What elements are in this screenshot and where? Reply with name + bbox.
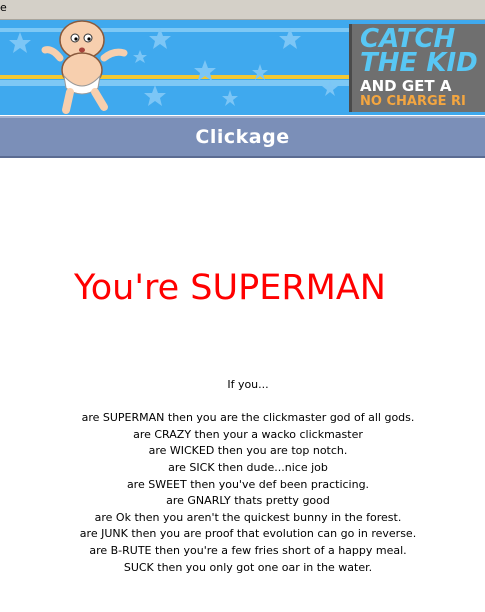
- site-title: Clickage: [195, 126, 290, 148]
- legend-line: are B-RUTE then you're a few fries short…: [89, 543, 407, 557]
- legend-line: are Ok then you aren't the quickest bunn…: [94, 510, 402, 524]
- result-heading: You're SUPERMAN: [74, 268, 386, 308]
- legend-line: are GNARLY thats pretty good: [166, 494, 330, 508]
- legend-line: are WICKED then you are top notch.: [148, 444, 348, 458]
- legend-line: SUCK then you only got one oar in the wa…: [123, 560, 373, 574]
- banner-stripe: [0, 75, 350, 79]
- legend-intro: If you...: [227, 378, 269, 391]
- ad-headline-line2: THE KID: [360, 48, 478, 78]
- legend-line: are CRAZY then your a wacko clickmaster: [133, 427, 363, 441]
- site-header-bar: Clickage: [0, 116, 485, 158]
- ad-text-panel[interactable]: CATCH THE KID AND GET A NO CHARGE RI: [349, 24, 485, 112]
- ad-subline: AND GET A: [360, 77, 452, 95]
- legend-line: are SUPERMAN then you are the clickmaste…: [81, 411, 415, 425]
- advertisement-banner[interactable]: CATCH THE KID AND GET A NO CHARGE RI: [0, 20, 485, 115]
- browser-window-bar: e: [0, 0, 485, 20]
- rank-legend: If you... are SUPERMAN then you are the …: [0, 377, 485, 576]
- window-title: e: [0, 1, 7, 14]
- legend-line: are SWEET then you've def been practicin…: [126, 477, 370, 491]
- legend-line: are JUNK then you are proof that evoluti…: [79, 527, 417, 541]
- ad-offer: NO CHARGE RI: [360, 94, 466, 109]
- legend-line: are SICK then dude...nice job: [168, 460, 328, 474]
